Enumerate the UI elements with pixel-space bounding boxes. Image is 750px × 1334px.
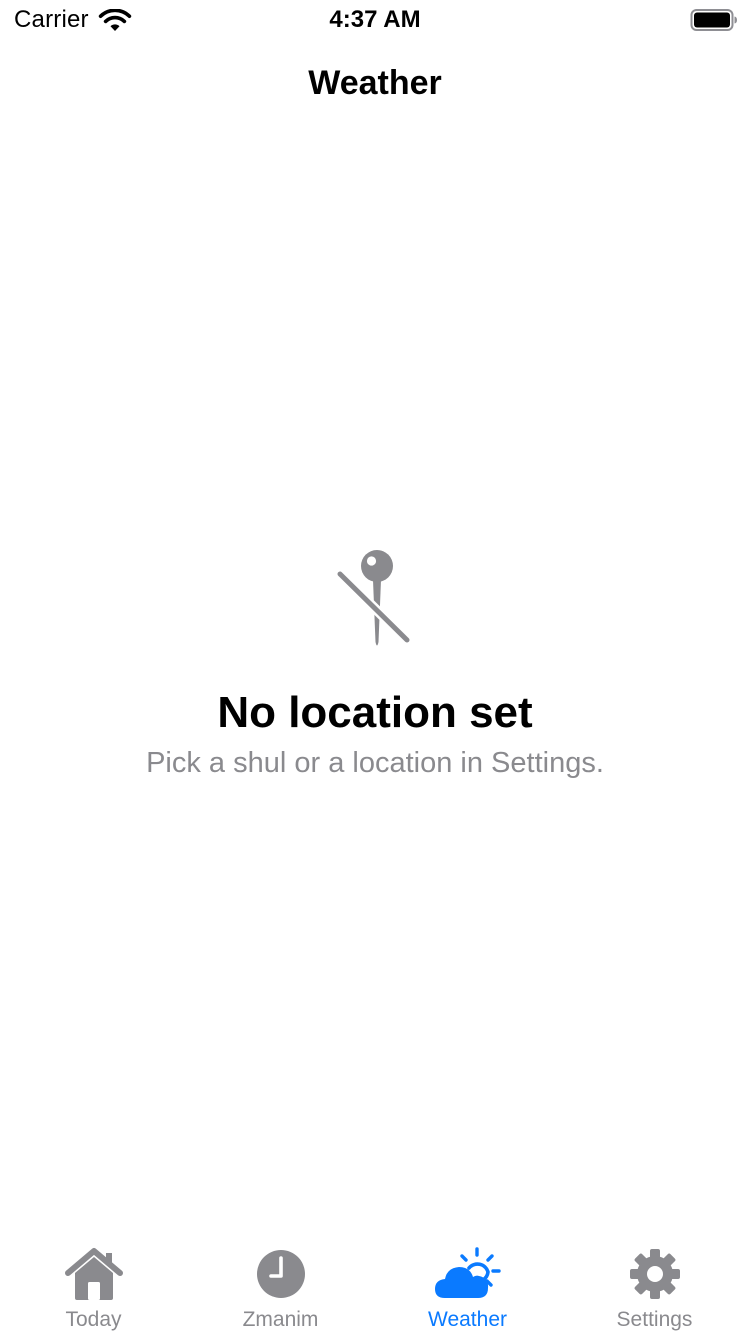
empty-state-title: No location set [217, 688, 533, 737]
clock-icon [256, 1250, 305, 1298]
tab-label-today: Today [65, 1308, 122, 1331]
house-icon [64, 1248, 123, 1300]
page-title: Weather [308, 64, 442, 102]
tab-settings[interactable]: Settings [561, 1236, 748, 1334]
tab-zmanim[interactable]: Zmanim [187, 1236, 374, 1334]
gear-icon [629, 1249, 680, 1299]
tab-bar: Today Zmanim Weather Settings [0, 1236, 750, 1334]
status-time: 4:37 AM [329, 6, 421, 33]
location-slash-icon [335, 550, 412, 646]
tab-today[interactable]: Today [0, 1236, 187, 1334]
status-bar: Carrier 4:37 AM [0, 0, 750, 40]
weather-screen: Carrier 4:37 AM Weather No location set … [0, 0, 750, 1334]
tab-label-zmanim: Zmanim [242, 1308, 319, 1331]
battery-icon [690, 9, 737, 31]
tab-label-settings: Settings [616, 1308, 693, 1331]
cloud-sun-icon [434, 1247, 501, 1298]
tab-weather[interactable]: Weather [374, 1236, 561, 1334]
empty-state-subtitle: Pick a shul or a location in Settings. [146, 747, 604, 779]
tab-label-weather: Weather [428, 1308, 507, 1331]
